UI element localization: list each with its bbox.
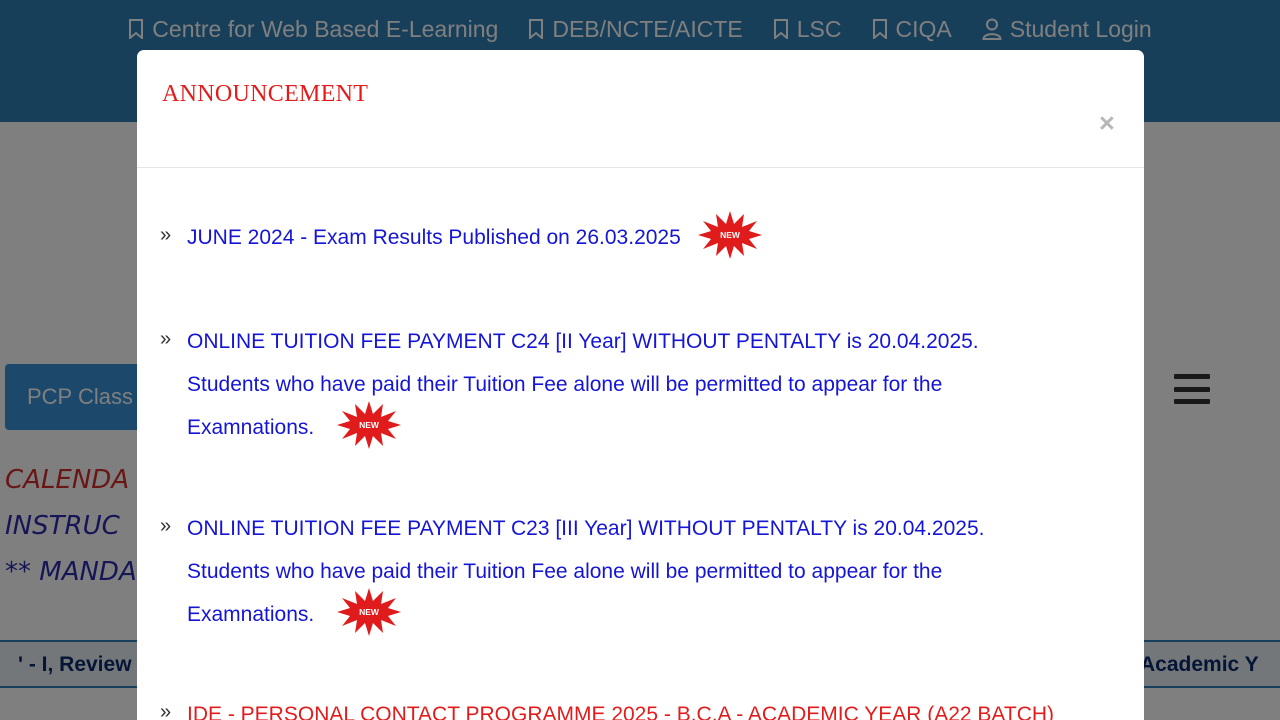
modal-header: ANNOUNCEMENT × (137, 50, 1144, 168)
announcement-link[interactable]: Students who have paid their Tuition Fee… (187, 373, 942, 396)
bullet-icon: » (160, 701, 172, 720)
bullet-icon: » (160, 515, 172, 537)
announcement-link[interactable]: Examnations. (187, 416, 314, 439)
announcement-link[interactable]: ONLINE TUITION FEE PAYMENT C24 [II Year]… (187, 330, 979, 353)
badge-text: NEW (359, 420, 380, 430)
close-icon[interactable]: × (1099, 110, 1115, 137)
announcement-link[interactable]: ONLINE TUITION FEE PAYMENT C23 [III Year… (187, 517, 984, 540)
announcement-link[interactable]: IDE - PERSONAL CONTACT PROGRAMME 2025 - … (187, 703, 1054, 720)
modal-title: ANNOUNCEMENT (162, 81, 369, 107)
new-badge-icon: NEW (697, 210, 763, 260)
announcement-text: IDE - PERSONAL CONTACT PROGRAMME 2025 - … (187, 693, 1144, 720)
announcement-link[interactable]: JUNE 2024 - Exam Results Published on 26… (187, 226, 681, 249)
new-badge-icon: NEW (336, 400, 402, 450)
announcement-text: ONLINE TUITION FEE PAYMENT C24 [II Year]… (187, 320, 1087, 450)
badge-text: NEW (720, 230, 741, 240)
announcement-link[interactable]: Examnations. (187, 603, 314, 626)
badge-text: NEW (359, 607, 380, 617)
bullet-icon: » (160, 328, 172, 350)
new-badge-icon: NEW (336, 587, 402, 637)
announcement-link[interactable]: Students who have paid their Tuition Fee… (187, 560, 942, 583)
announcement-text: ONLINE TUITION FEE PAYMENT C23 [III Year… (187, 507, 1087, 637)
announcement-text: JUNE 2024 - Exam Results Published on 26… (187, 211, 1087, 260)
bullet-icon: » (160, 224, 172, 246)
announcement-modal: ANNOUNCEMENT × » JUNE 2024 - Exam Result… (137, 50, 1144, 720)
